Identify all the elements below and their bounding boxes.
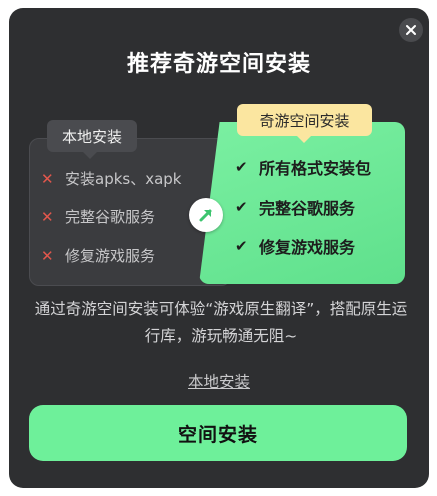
space-feature-label: 完整谷歌服务 — [259, 199, 356, 218]
space-feature-item: ✔ 修复游戏服务 — [235, 234, 355, 258]
space-feature-item: ✔ 完整谷歌服务 — [235, 195, 355, 219]
close-button[interactable] — [399, 18, 423, 42]
check-icon: ✔ — [235, 198, 248, 216]
cross-icon: ✕ — [41, 207, 54, 226]
local-feature-item: ✕ 完整谷歌服务 — [41, 206, 155, 227]
dialog-title: 推荐奇游空间安装 — [126, 52, 311, 77]
space-feature-label: 所有格式安装包 — [259, 159, 372, 178]
local-install-link[interactable]: 本地安装 — [9, 370, 429, 392]
upgrade-arrow-icon — [199, 209, 212, 222]
install-recommendation-dialog: 推荐奇游空间安装 本地安装 ✕ 安装apks、xapk ✕ 完整谷歌服务 ✕ 修… — [9, 8, 429, 488]
cross-icon: ✕ — [41, 169, 54, 188]
check-icon: ✔ — [235, 158, 248, 176]
space-feature-label: 修复游戏服务 — [259, 238, 356, 257]
local-feature-item: ✕ 安装apks、xapk — [41, 168, 182, 189]
local-install-tag: 本地安装 — [47, 120, 137, 159]
local-feature-label: 修复游戏服务 — [65, 247, 156, 265]
upgrade-arrow-badge — [189, 198, 223, 232]
check-icon: ✔ — [235, 237, 248, 255]
local-feature-label: 完整谷歌服务 — [65, 208, 156, 226]
cross-icon: ✕ — [41, 246, 54, 265]
close-icon — [406, 25, 416, 35]
description-text: 通过奇游空间安装可体验“游戏原生翻译”，搭配原生运行库，游玩畅通无阻~ — [34, 300, 408, 345]
space-install-button[interactable]: 空间安装 — [29, 405, 407, 461]
local-feature-item: ✕ 修复游戏服务 — [41, 245, 155, 266]
space-feature-item: ✔ 所有格式安装包 — [235, 155, 371, 179]
local-feature-label: 安装apks、xapk — [65, 170, 182, 188]
space-install-tag: 奇游空间安装 — [237, 104, 372, 143]
